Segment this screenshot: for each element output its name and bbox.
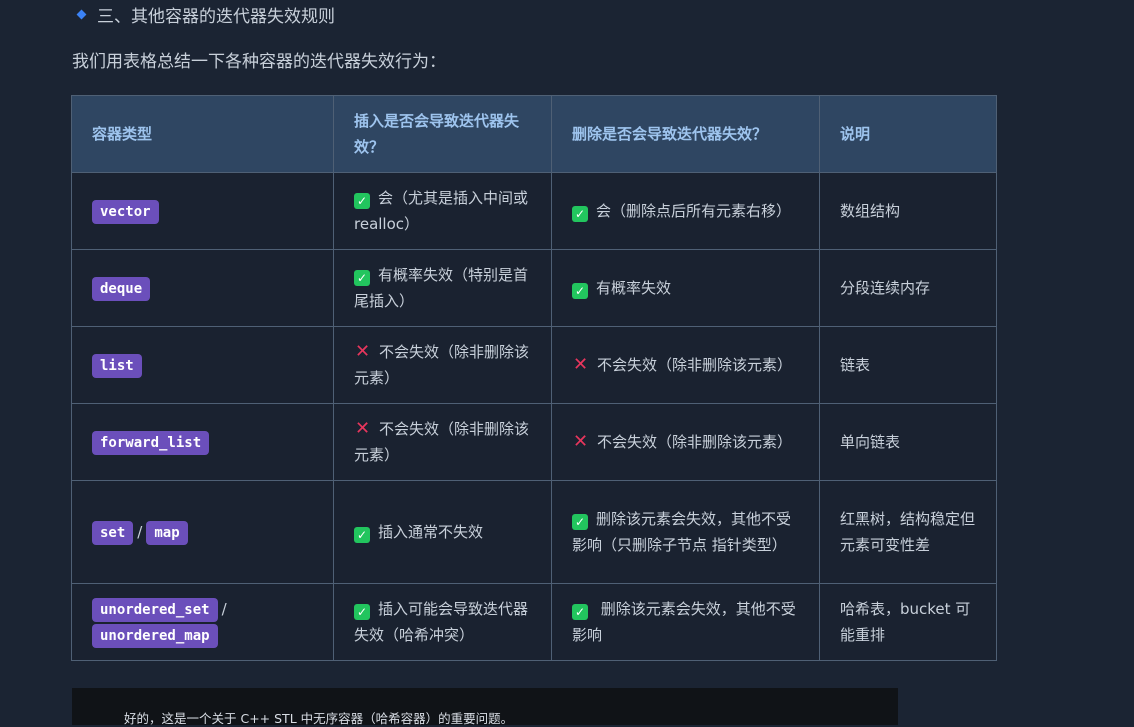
note-cell: 红黑树，结构稳定但元素可变性差 <box>819 480 997 584</box>
delete-cell: ✕ 不会失效（除非删除该元素） <box>551 326 820 404</box>
check-icon: ✓ <box>354 604 370 620</box>
check-icon: ✓ <box>572 206 588 222</box>
insert-text: 有概率失效（特别是首尾插入） <box>354 266 529 310</box>
delete-cell: ✓ 有概率失效 <box>551 249 820 327</box>
container-code: deque <box>92 277 151 301</box>
insert-cell: ✕ 不会失效（除非删除该元素） <box>333 403 552 481</box>
cross-icon: ✕ <box>354 341 371 362</box>
container-code: forward_list <box>92 431 210 455</box>
delete-text: 删除该元素会失效，其他不受影响 <box>572 600 796 644</box>
container-code: unordered_map <box>92 624 218 648</box>
delete-text: 不会失效（除非删除该元素） <box>597 356 793 374</box>
container-cell: unordered_set / unordered_map <box>71 583 334 661</box>
check-icon: ✓ <box>572 604 588 620</box>
iterator-invalidation-table: 容器类型 插入是否会导致迭代器失效？ 删除是否会导致迭代器失效？ 说明 vect… <box>71 95 997 661</box>
delete-text: 会（删除点后所有元素右移） <box>596 202 792 220</box>
cross-icon: ✕ <box>354 418 371 439</box>
check-icon: ✓ <box>354 527 370 543</box>
table-row: unordered_set / unordered_map ✓ 插入可能会导致迭代器… <box>71 583 997 661</box>
table-row: deque ✓ 有概率失效（特别是首尾插入） ✓ 有概率失效 分段连续内存 <box>71 249 997 327</box>
delete-cell: ✕ 不会失效（除非删除该元素） <box>551 403 820 481</box>
table-row: forward_list ✕ 不会失效（除非删除该元素） ✕ 不会失效（除非删除该元… <box>71 403 997 481</box>
insert-cell: ✓ 插入通常不失效 <box>333 480 552 584</box>
insert-cell: ✕ 不会失效（除非删除该元素） <box>333 326 552 404</box>
container-cell: deque <box>71 249 334 327</box>
container-code: list <box>92 354 142 378</box>
note-cell: 数组结构 <box>819 172 997 250</box>
header-container-type: 容器类型 <box>71 95 334 173</box>
check-icon: ✓ <box>572 283 588 299</box>
separator: / <box>137 523 143 541</box>
container-cell: forward_list <box>71 403 334 481</box>
separator: / <box>221 600 227 618</box>
insert-text: 插入通常不失效 <box>378 523 484 541</box>
delete-text: 有概率失效 <box>596 279 672 297</box>
table-header-row: 容器类型 插入是否会导致迭代器失效？ 删除是否会导致迭代器失效？ 说明 <box>71 95 997 173</box>
cross-icon: ✕ <box>572 431 589 452</box>
insert-cell: ✓ 插入可能会导致迭代器失效（哈希冲突） <box>333 583 552 661</box>
note-cell: 单向链表 <box>819 403 997 481</box>
intro-text: 我们用表格总结一下各种容器的迭代器失效行为： <box>72 52 446 72</box>
note-cell: 哈希表，bucket 可能重排 <box>819 583 997 661</box>
cross-icon: ✕ <box>572 354 589 375</box>
container-code: set <box>92 521 134 545</box>
check-icon: ✓ <box>354 270 370 286</box>
check-icon: ✓ <box>572 514 588 530</box>
insert-text: 会（尤其是插入中间或 realloc） <box>354 189 529 233</box>
note-cell: 分段连续内存 <box>819 249 997 327</box>
diamond-bullet-icon <box>76 9 87 20</box>
delete-cell: ✓ 会（删除点后所有元素右移） <box>551 172 820 250</box>
container-code: vector <box>92 200 159 224</box>
header-delete: 删除是否会导致迭代器失效？ <box>551 95 820 173</box>
section-heading: 三、其他容器的迭代器失效规则 <box>76 2 335 27</box>
container-cell: set / map <box>71 480 334 584</box>
table-row: set / map ✓ 插入通常不失效 ✓ 删除该元素会失效，其他不受影响（只删除子节点… <box>71 480 997 584</box>
header-note: 说明 <box>819 95 997 173</box>
delete-cell: ✓ 删除该元素会失效，其他不受影响 <box>551 583 820 661</box>
section-heading-text: 三、其他容器的迭代器失效规则 <box>97 7 335 27</box>
delete-cell: ✓ 删除该元素会失效，其他不受影响（只删除子节点 指针类型） <box>551 480 820 584</box>
preview-text: 好的，这是一个关于 C++ STL 中无序容器（哈希容器）的重要问题。 <box>124 711 514 726</box>
note-cell: 链表 <box>819 326 997 404</box>
next-message-preview: 好的，这是一个关于 C++ STL 中无序容器（哈希容器）的重要问题。 <box>72 688 898 726</box>
insert-cell: ✓ 有概率失效（特别是首尾插入） <box>333 249 552 327</box>
insert-text: 不会失效（除非删除该元素） <box>354 420 530 464</box>
insert-text: 插入可能会导致迭代器失效（哈希冲突） <box>354 600 529 644</box>
container-code: map <box>146 521 188 545</box>
header-insert: 插入是否会导致迭代器失效？ <box>333 95 552 173</box>
container-code: unordered_set <box>92 598 218 622</box>
delete-text: 不会失效（除非删除该元素） <box>597 433 793 451</box>
table-row: vector ✓ 会（尤其是插入中间或 realloc） ✓ 会（删除点后所有元素右… <box>71 172 997 250</box>
insert-cell: ✓ 会（尤其是插入中间或 realloc） <box>333 172 552 250</box>
container-cell: vector <box>71 172 334 250</box>
container-cell: list <box>71 326 334 404</box>
insert-text: 不会失效（除非删除该元素） <box>354 343 530 387</box>
table-row: list ✕ 不会失效（除非删除该元素） ✕ 不会失效（除非删除该元素） 链表 <box>71 326 997 404</box>
delete-text: 删除该元素会失效，其他不受影响（只删除子节点 指针类型） <box>572 510 792 554</box>
check-icon: ✓ <box>354 193 370 209</box>
